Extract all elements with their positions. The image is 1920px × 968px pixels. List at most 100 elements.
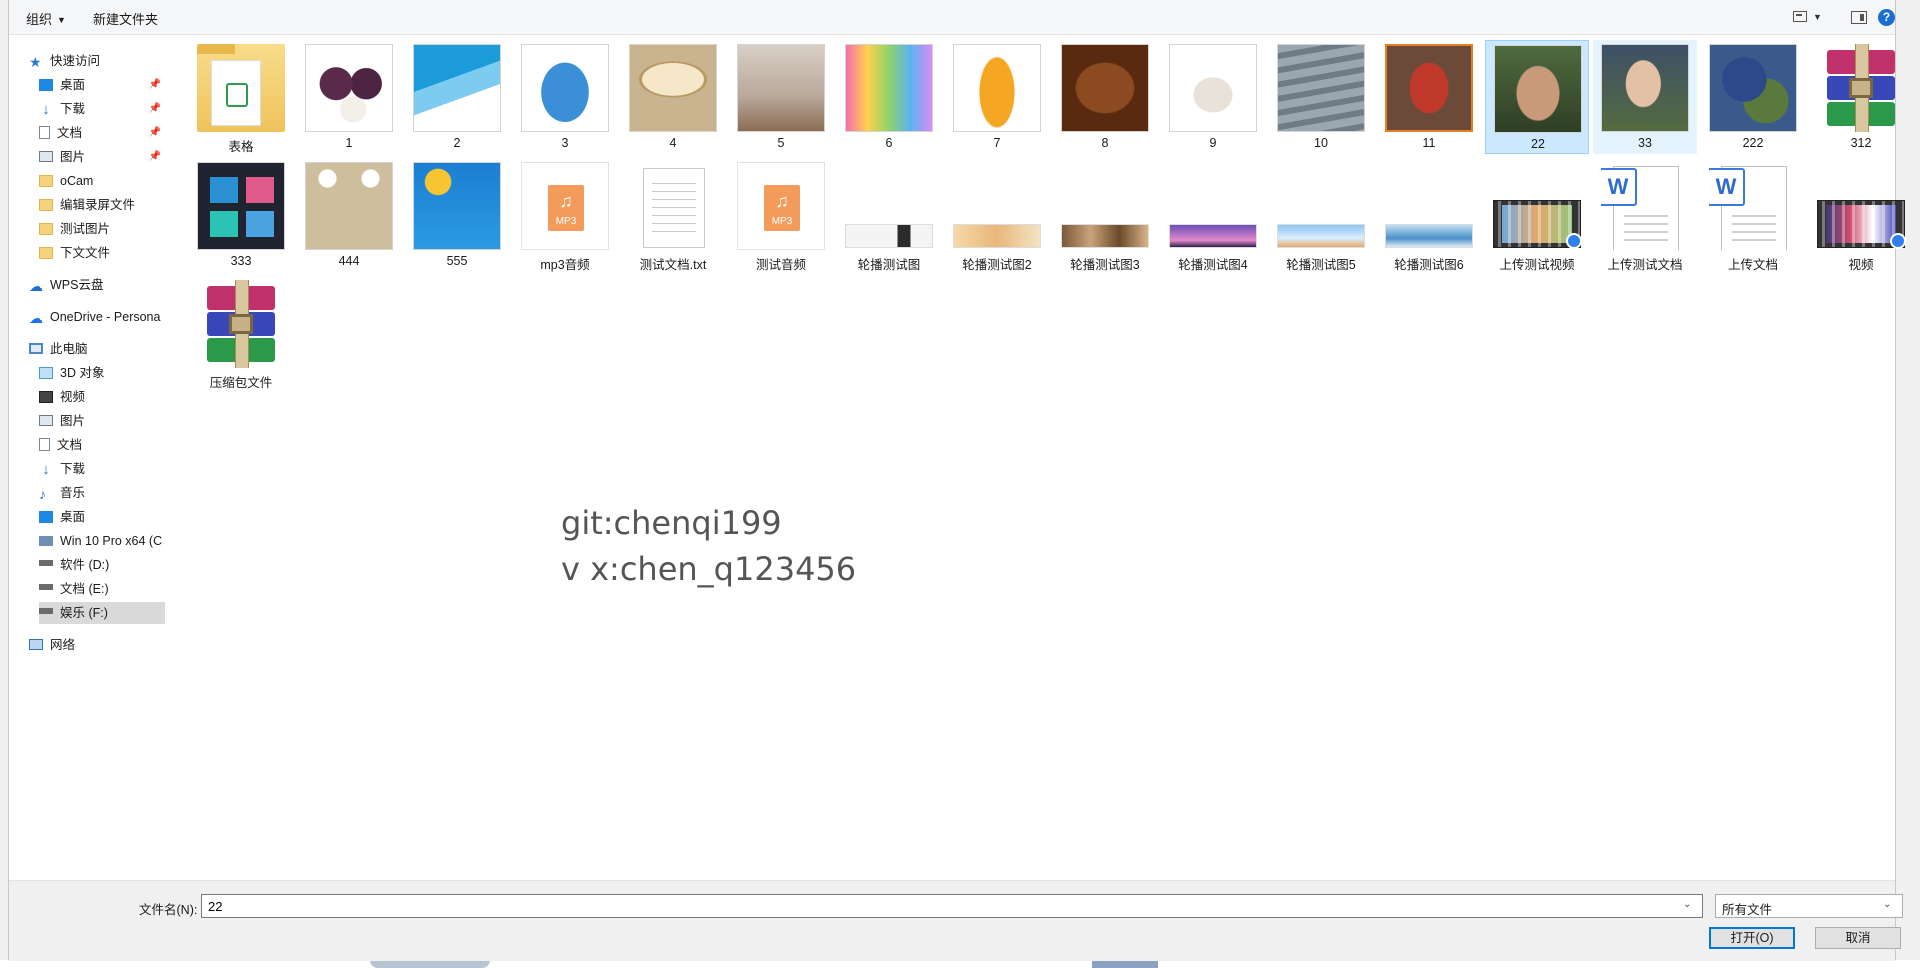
new-folder-button[interactable]: 新建文件夹	[93, 9, 158, 28]
file-item[interactable]: 轮播测试图	[837, 158, 941, 272]
sidebar-item-download-files[interactable]: 下文文件	[39, 242, 165, 264]
image-thumbnail	[629, 44, 717, 132]
file-label: 312	[1850, 136, 1872, 150]
file-item[interactable]: 轮播测试图3	[1053, 158, 1157, 272]
sidebar-item-pc-documents[interactable]: 文档	[39, 434, 165, 456]
file-item[interactable]: ♫ MP3 mp3音频	[513, 158, 617, 272]
help-icon[interactable]: ?	[1878, 9, 1895, 26]
image-thumbnail	[737, 44, 825, 132]
sidebar-item-videos[interactable]: 视频	[39, 386, 165, 408]
open-button[interactable]: 打开(O)	[1709, 927, 1795, 949]
sidebar-item-label: 文档	[57, 126, 83, 140]
file-item[interactable]: 视频	[1809, 158, 1913, 272]
file-item[interactable]: W 上传测试文档	[1593, 158, 1697, 272]
file-item[interactable]: 222	[1701, 40, 1805, 154]
file-type-select[interactable]: 所有文件	[1715, 894, 1903, 918]
file-item[interactable]: 5	[729, 40, 833, 154]
sidebar-item-3d-objects[interactable]: 3D 对象	[39, 362, 165, 384]
file-item[interactable]: 轮播测试图5	[1269, 158, 1373, 272]
file-item-selected[interactable]: 22	[1485, 40, 1589, 154]
sidebar-item-desktop[interactable]: 桌面 📌	[39, 74, 165, 96]
file-label: 轮播测试图5	[1286, 258, 1356, 272]
drive-icon	[39, 607, 53, 614]
sidebar-item-this-pc[interactable]: 此电脑	[29, 338, 165, 360]
sidebar-item-quick-access[interactable]: ★ 快速访问	[29, 50, 165, 72]
sidebar-item-label: 文档	[57, 438, 83, 452]
file-item[interactable]: 11	[1377, 40, 1481, 154]
sidebar-item-wps-cloud[interactable]: ☁ WPS云盘	[29, 274, 165, 296]
sidebar-item-downloads[interactable]: ↓ 下载 📌	[39, 98, 165, 120]
image-thumbnail	[953, 44, 1041, 132]
file-item[interactable]: 上传测试视频	[1485, 158, 1589, 272]
file-label: 5	[777, 136, 785, 150]
file-label: 8	[1101, 136, 1109, 150]
file-item[interactable]: 测试文档.txt	[621, 158, 725, 272]
file-label: 视频	[1848, 258, 1874, 272]
audio-file-icon: ♫ MP3	[737, 162, 825, 250]
file-item[interactable]: 4	[621, 40, 725, 154]
sidebar-item-onedrive[interactable]: ☁ OneDrive - Persona	[29, 306, 165, 328]
image-thumbnail	[305, 44, 393, 132]
image-thumbnail	[521, 44, 609, 132]
file-item[interactable]: 1	[297, 40, 401, 154]
sidebar-item-network[interactable]: 网络	[29, 634, 165, 656]
file-label: 上传测试视频	[1499, 258, 1575, 272]
sidebar-item-label: 桌面	[60, 78, 86, 92]
file-item[interactable]: 轮播测试图4	[1161, 158, 1265, 272]
sidebar-item-documents[interactable]: 文档 📌	[39, 122, 165, 144]
file-item[interactable]: 6	[837, 40, 941, 154]
file-item-hover[interactable]: 33	[1593, 40, 1697, 154]
image-thumbnail	[305, 162, 393, 250]
chevron-down-icon[interactable]: ⌄	[1883, 899, 1891, 910]
video-file-icon	[1817, 200, 1906, 249]
file-item[interactable]: ♫ MP3 测试音频	[729, 158, 833, 272]
folder-icon	[39, 222, 53, 235]
cancel-button[interactable]: 取消	[1815, 927, 1901, 949]
file-label: 333	[230, 254, 252, 268]
music-note-icon: ♪	[39, 485, 46, 502]
file-item[interactable]: 8	[1053, 40, 1157, 154]
pin-icon: 📌	[148, 127, 161, 138]
file-item[interactable]: 压缩包文件	[189, 276, 293, 390]
sidebar-item-drive-f[interactable]: 娱乐 (F:)	[39, 602, 165, 624]
file-item[interactable]: 3	[513, 40, 617, 154]
change-view-button[interactable]: ▼	[1793, 8, 1823, 26]
sidebar-item-recordings[interactable]: 编辑录屏文件	[39, 194, 165, 216]
sidebar-item-pictures[interactable]: 图片 📌	[39, 146, 165, 168]
sidebar-item-pc-downloads[interactable]: ↓ 下载	[39, 458, 165, 480]
sidebar-item-ocam[interactable]: oCam	[39, 170, 165, 192]
file-item[interactable]: 7	[945, 40, 1049, 154]
sidebar-item-label: 下载	[60, 462, 86, 476]
sidebar-item-test-images[interactable]: 测试图片	[39, 218, 165, 240]
file-label: 测试音频	[755, 258, 806, 272]
file-label: 555	[446, 254, 468, 268]
file-item[interactable]: 555	[405, 158, 509, 272]
preview-pane-icon[interactable]	[1851, 11, 1867, 24]
cloud-icon: ☁	[29, 277, 43, 294]
file-item[interactable]: 轮播测试图2	[945, 158, 1049, 272]
network-icon	[29, 639, 43, 651]
file-item[interactable]: 10	[1269, 40, 1373, 154]
sidebar-item-pc-desktop[interactable]: 桌面	[39, 506, 165, 528]
file-item[interactable]: 轮播测试图6	[1377, 158, 1481, 272]
chevron-down-icon[interactable]: ⌄	[1683, 899, 1691, 910]
file-item[interactable]: 2	[405, 40, 509, 154]
organize-button[interactable]: 组织 ▼	[26, 9, 66, 28]
file-item[interactable]: 9	[1161, 40, 1265, 154]
sidebar-item-drive-d[interactable]: 软件 (D:)	[39, 554, 165, 576]
pin-icon: 📌	[148, 151, 161, 162]
sidebar-item-label: WPS云盘	[50, 278, 104, 292]
sidebar-item-drive-e[interactable]: 文档 (E:)	[39, 578, 165, 600]
file-item[interactable]: 312	[1809, 40, 1913, 154]
file-item[interactable]: 444	[297, 158, 401, 272]
image-thumbnail	[1061, 44, 1149, 132]
filename-input[interactable]	[201, 894, 1703, 918]
sidebar-item-music[interactable]: ♪ 音乐	[39, 482, 165, 504]
sidebar-item-drive-c[interactable]: Win 10 Pro x64 (C	[39, 530, 165, 552]
sidebar-item-label: 3D 对象	[60, 366, 105, 380]
file-item[interactable]: 333	[189, 158, 293, 272]
file-item[interactable]: W 上传文档	[1701, 158, 1805, 272]
sidebar-item-pc-pictures[interactable]: 图片	[39, 410, 165, 432]
sidebar-item-label: 下载	[60, 102, 86, 116]
file-item[interactable]: 表格	[189, 40, 293, 154]
